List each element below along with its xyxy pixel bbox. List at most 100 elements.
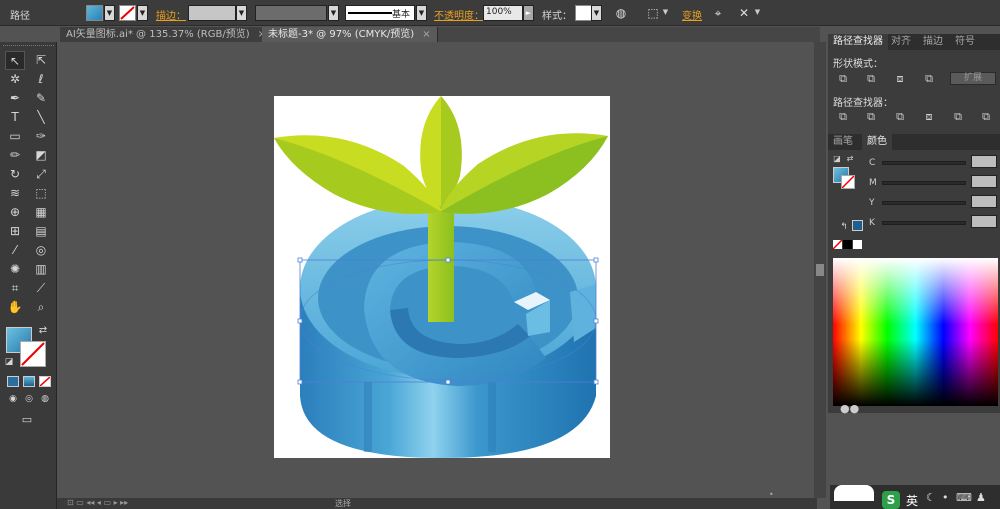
- curvature-tool-icon[interactable]: ✎: [31, 89, 51, 108]
- default-colors-icon[interactable]: ◪: [3, 356, 15, 368]
- gradient-tool-icon[interactable]: ▤: [31, 222, 51, 241]
- zoom-tool-icon[interactable]: ⌕: [31, 298, 51, 317]
- rectangle-tool-icon[interactable]: ▭: [5, 127, 25, 146]
- selection-tool-icon[interactable]: ↖: [5, 51, 25, 70]
- merge-icon[interactable]: ⧉: [892, 110, 908, 124]
- none-mode-button[interactable]: [39, 376, 51, 387]
- black-swatch[interactable]: [843, 240, 852, 249]
- moon-icon[interactable]: ☾: [926, 491, 936, 504]
- ime-mode-label[interactable]: 英: [906, 492, 918, 509]
- warp-tool-icon[interactable]: ≋: [5, 184, 25, 203]
- blend-tool-icon[interactable]: ◎: [31, 241, 51, 260]
- eyedropper-tool-icon[interactable]: ⁄: [5, 241, 25, 260]
- align-icon[interactable]: ⬚: [645, 5, 661, 21]
- symbol-sprayer-tool-icon[interactable]: ✺: [5, 260, 25, 279]
- hand-tool-icon[interactable]: ✋: [5, 298, 25, 317]
- expand-button[interactable]: 扩展: [950, 72, 996, 85]
- pencil-tool-icon[interactable]: ✏: [5, 146, 25, 165]
- stroke-weight-dropdown-icon[interactable]: ▼: [236, 5, 247, 21]
- tab-stroke[interactable]: 描边: [918, 34, 948, 50]
- isolate-icon[interactable]: ✕: [736, 5, 752, 21]
- minus-back-icon[interactable]: ⧉: [978, 110, 994, 124]
- shape-builder-tool-icon[interactable]: ⊕: [5, 203, 25, 222]
- style-dropdown-icon[interactable]: ▼: [591, 5, 602, 21]
- tab-color[interactable]: 颜色: [862, 134, 892, 150]
- taskbar-thumbnail[interactable]: [834, 485, 874, 501]
- scrollbar-thumb[interactable]: [816, 264, 824, 276]
- vertical-scrollbar[interactable]: [814, 42, 826, 498]
- outline-icon[interactable]: ⧉: [950, 110, 966, 124]
- variable-width-dropdown-icon[interactable]: ▼: [328, 5, 339, 21]
- artboard-tool-icon[interactable]: ⌗: [5, 279, 25, 298]
- intersect-icon[interactable]: ⧈: [892, 72, 908, 86]
- eraser-tool-icon[interactable]: ◩: [31, 146, 51, 165]
- channel-y-slider[interactable]: [882, 201, 966, 205]
- exclude-icon[interactable]: ⧉: [921, 72, 937, 86]
- stroke-profile-field[interactable]: 基本: [345, 5, 415, 21]
- color-mode-button[interactable]: [7, 376, 19, 387]
- opacity-field[interactable]: 100%: [483, 5, 523, 21]
- isolate-dropdown-icon[interactable]: ▼: [752, 5, 763, 21]
- recolor-icon[interactable]: ◍: [613, 5, 629, 21]
- zoom-controls-icon[interactable]: ⊡ ▭ ◂◂ ◂ ▭ ▸ ▸▸: [67, 498, 128, 507]
- channel-m-value[interactable]: [971, 175, 997, 188]
- default-colors-icon[interactable]: ◪: [832, 152, 842, 166]
- gamut-swatch[interactable]: [852, 220, 863, 231]
- stroke-weight-field[interactable]: [188, 5, 236, 21]
- stroke-swatch[interactable]: [119, 5, 136, 21]
- magic-wand-tool-icon[interactable]: ✲: [5, 70, 25, 89]
- transform-icon[interactable]: ⌖: [710, 5, 726, 21]
- panel-stroke-box[interactable]: [841, 175, 855, 189]
- opacity-label[interactable]: 不透明度：: [434, 7, 484, 22]
- stroke-profile-dropdown-icon[interactable]: ▼: [416, 5, 427, 21]
- stroke-label[interactable]: 描边：: [156, 7, 186, 22]
- sogou-ime-icon[interactable]: S: [882, 491, 900, 509]
- fill-dropdown-icon[interactable]: ▼: [104, 5, 115, 21]
- variable-width-field[interactable]: [255, 5, 327, 21]
- channel-k-slider[interactable]: [882, 221, 966, 225]
- draw-inside-icon[interactable]: ◍: [38, 392, 52, 406]
- channel-c-slider[interactable]: [882, 161, 966, 165]
- line-tool-icon[interactable]: ╲: [31, 108, 51, 127]
- crop-icon[interactable]: ⧈: [921, 110, 937, 124]
- channel-y-value[interactable]: [971, 195, 997, 208]
- free-transform-tool-icon[interactable]: ⬚: [31, 184, 51, 203]
- out-of-gamut-icon[interactable]: ↰: [836, 220, 852, 234]
- lasso-tool-icon[interactable]: ℓ: [31, 70, 51, 89]
- close-icon[interactable]: ×: [422, 29, 430, 40]
- style-swatch[interactable]: [575, 5, 592, 21]
- direct-selection-tool-icon[interactable]: ⇱: [31, 51, 51, 70]
- keyboard-icon[interactable]: ⌨: [956, 491, 972, 504]
- column-graph-tool-icon[interactable]: ▥: [31, 260, 51, 279]
- slice-tool-icon[interactable]: ⟋: [31, 279, 51, 298]
- toolbox-grip[interactable]: [3, 45, 54, 48]
- draw-normal-icon[interactable]: ◉: [6, 392, 20, 406]
- color-spectrum[interactable]: [833, 258, 998, 406]
- channel-m-slider[interactable]: [882, 181, 966, 185]
- cloud-icon[interactable]: ●●: [840, 402, 859, 415]
- dot-icon[interactable]: •: [942, 491, 949, 504]
- channel-c-value[interactable]: [971, 155, 997, 168]
- minus-front-icon[interactable]: ⧉: [863, 72, 879, 86]
- resize-grip-icon[interactable]: •: [769, 490, 774, 499]
- opacity-arrow-icon[interactable]: ►: [523, 5, 534, 21]
- align-dropdown-icon[interactable]: ▼: [660, 5, 671, 21]
- unite-icon[interactable]: ⧉: [835, 72, 851, 86]
- screen-mode-icon[interactable]: ▭: [17, 412, 37, 428]
- none-swatch[interactable]: [832, 239, 843, 250]
- stroke-color-box[interactable]: [20, 341, 46, 367]
- transform-link[interactable]: 变换: [682, 7, 702, 22]
- divide-icon[interactable]: ⧉: [835, 110, 851, 124]
- rotate-tool-icon[interactable]: ↻: [5, 165, 25, 184]
- paintbrush-tool-icon[interactable]: ✑: [31, 127, 51, 146]
- tab-untitled-3[interactable]: 未标题-3* @ 97% (CMYK/预览) ×: [262, 27, 438, 42]
- tab-ai-icons[interactable]: AI矢量图标.ai* @ 135.37% (RGB/预览)×: [60, 27, 274, 42]
- swap-fill-stroke-icon[interactable]: ⇄: [36, 324, 50, 338]
- swap-fill-stroke-icon[interactable]: ⇄: [845, 152, 855, 166]
- gradient-mode-button[interactable]: [23, 376, 35, 387]
- tab-align[interactable]: 对齐: [886, 34, 916, 50]
- artboard[interactable]: [274, 96, 610, 458]
- mesh-tool-icon[interactable]: ⊞: [5, 222, 25, 241]
- tab-brushes[interactable]: 画笔: [828, 134, 858, 150]
- draw-behind-icon[interactable]: ◎: [22, 392, 36, 406]
